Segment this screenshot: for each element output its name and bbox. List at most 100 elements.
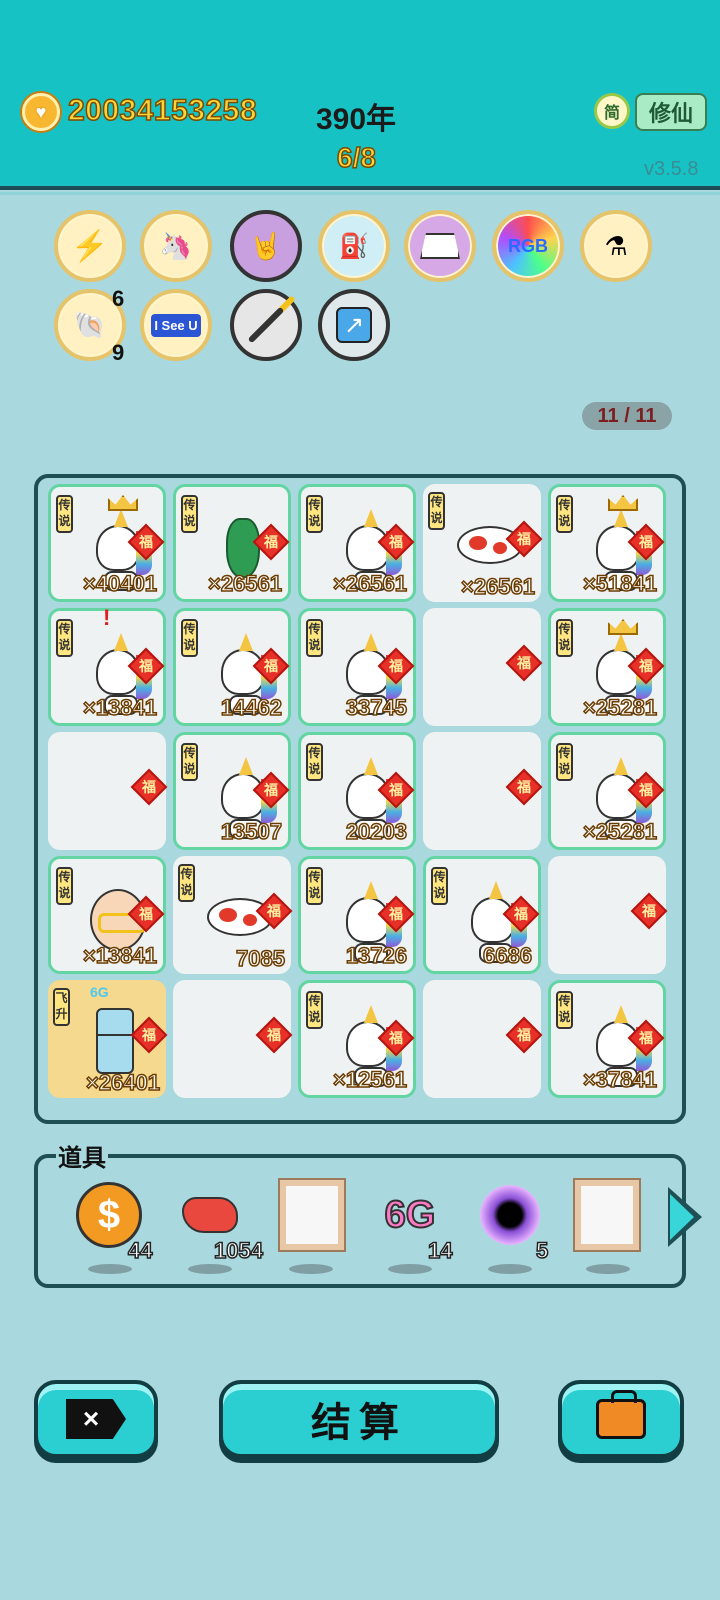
item-count: ×26561 xyxy=(207,570,283,597)
board-cell[interactable]: 传说福 20203 xyxy=(298,732,416,850)
board-cell[interactable]: 传说福 13726 xyxy=(298,856,416,974)
bag-button[interactable] xyxy=(558,1380,684,1458)
fortune-label: 福 xyxy=(517,779,531,795)
board-counter: 11 / 11 xyxy=(582,402,672,430)
board-cell[interactable]: 传说福 14462 xyxy=(173,608,291,726)
board-cell[interactable]: 传说福 ×37841 xyxy=(548,980,666,1098)
rarity-tag: 传说 xyxy=(431,867,448,905)
frame-item[interactable] xyxy=(277,1180,347,1250)
board-cell[interactable]: 传说福 ×40401 xyxy=(48,484,166,602)
close-button[interactable]: × xyxy=(34,1380,158,1458)
fortune-label: 福 xyxy=(639,534,653,550)
board-cell[interactable]: 传说福 ×51841 xyxy=(548,484,666,602)
prop-shadow xyxy=(388,1264,432,1274)
fortune-label: 福 xyxy=(389,906,403,922)
board-cell[interactable]: 传说福 ×12561 xyxy=(298,980,416,1098)
item-count: ×13841 xyxy=(82,942,158,969)
prop-shadow xyxy=(88,1264,132,1274)
item-count: ×40401 xyxy=(82,570,158,597)
board-cell[interactable]: 传说福 13507 xyxy=(173,732,291,850)
rgb-badge-icon[interactable]: RGB xyxy=(492,210,564,282)
rarity-tag: 传说 xyxy=(306,991,323,1029)
rarity-tag: 传说 xyxy=(556,495,573,533)
rarity-tag: 传说 xyxy=(56,495,73,533)
fortune-label: 福 xyxy=(142,1027,156,1043)
fortune-label: 福 xyxy=(517,1027,531,1043)
rarity-tag: 传说 xyxy=(181,495,198,533)
board-cell[interactable]: 传说福 ×25281 xyxy=(548,732,666,850)
stage-progress: 6/8 xyxy=(336,141,376,174)
board-cell[interactable]: 传说! 福 ×13841 xyxy=(48,605,166,726)
rarity-tag: 传说 xyxy=(306,619,323,657)
board-cell[interactable]: 传说福 ×25281 xyxy=(548,608,666,726)
board-cell[interactable]: 福 xyxy=(423,732,543,850)
fortune-label: 福 xyxy=(267,1027,281,1043)
simplified-toggle-button[interactable]: 简 xyxy=(594,93,630,129)
fortune-label: 福 xyxy=(139,534,153,550)
item-count: 20203 xyxy=(345,818,408,845)
fortune-label: 福 xyxy=(142,779,156,795)
rarity-tag: 传说 xyxy=(306,495,323,533)
prop-shadow xyxy=(289,1264,333,1274)
black-hole-icon xyxy=(480,1185,540,1245)
item-count: ×25281 xyxy=(582,694,658,721)
board-cell[interactable]: 福 xyxy=(48,732,168,850)
fortune-label: 福 xyxy=(264,658,278,674)
board-cell[interactable]: 传说福 33745 xyxy=(298,608,416,726)
board-cell[interactable]: 传说福 ×26561 xyxy=(298,484,416,602)
item-count: 14462 xyxy=(220,694,283,721)
item-count: ×26401 xyxy=(85,1069,161,1096)
screwdriver-badge-icon[interactable] xyxy=(230,289,302,361)
item-count: ×51841 xyxy=(582,570,658,597)
rarity-tag: 传说 xyxy=(556,991,573,1029)
pump-badge-icon[interactable]: ⛽ xyxy=(318,210,390,282)
year-label: 390年 xyxy=(316,103,397,136)
unicorn-badge-icon[interactable]: 🦄 xyxy=(140,210,212,282)
fortune-label: 福 xyxy=(514,906,528,922)
board-cell[interactable]: 飞升 6G 福 ×26401 xyxy=(48,980,168,1098)
black-hole-count: 5 xyxy=(535,1237,549,1264)
frame-icon xyxy=(575,1180,639,1250)
settle-button[interactable]: 结算 xyxy=(219,1380,499,1458)
board-cell[interactable]: 福 xyxy=(423,980,543,1098)
6g-count: 14 xyxy=(427,1237,453,1264)
prop-shadow xyxy=(586,1264,630,1274)
rarity-tag: 传说 xyxy=(428,492,445,530)
arrow-badge-icon[interactable]: ↗ xyxy=(318,289,390,361)
fortune-label: 福 xyxy=(517,531,531,547)
prop-shadow xyxy=(488,1264,532,1274)
item-count: ×26561 xyxy=(332,570,408,597)
item-count: ×13841 xyxy=(82,694,158,721)
item-board: 传说福 ×40401 传说福 ×26561 传说福 ×26561 传说福 ×26561 传说福 ×… xyxy=(34,474,686,1124)
fortune-label: 福 xyxy=(389,534,403,550)
frame-item-2[interactable] xyxy=(572,1180,642,1250)
rock-hand-badge-icon[interactable]: 🤘 xyxy=(230,210,302,282)
lightning-badge-icon[interactable]: ⚡ xyxy=(54,210,126,282)
mode-button[interactable]: 修仙 xyxy=(635,93,707,131)
board-cell[interactable]: 福 xyxy=(423,608,543,726)
item-count: ×25281 xyxy=(582,818,658,845)
6g-label: 6G xyxy=(90,984,109,1000)
potion-badge-icon[interactable]: ⚗ xyxy=(580,210,652,282)
board-cell[interactable]: 传说福 6686 xyxy=(423,856,541,974)
briefcase-icon xyxy=(596,1390,646,1439)
board-cell[interactable]: 福 xyxy=(173,980,293,1098)
fortune-label: 福 xyxy=(389,658,403,674)
board-cell[interactable]: 传说福 ×26561 xyxy=(423,484,543,602)
fortune-label: 福 xyxy=(389,782,403,798)
rarity-tag: 飞升 xyxy=(53,988,70,1026)
item-count: 7085 xyxy=(235,945,285,972)
rarity-tag: 传说 xyxy=(56,619,73,657)
rarity-tag: 传说 xyxy=(178,864,195,902)
shell-badge-count-bottom: 9 xyxy=(112,340,125,365)
skirt-badge-icon[interactable] xyxy=(404,210,476,282)
i-see-u-badge-icon[interactable]: I See U xyxy=(140,289,212,361)
fortune-label: 福 xyxy=(517,655,531,671)
board-cell[interactable]: 福 xyxy=(548,856,668,974)
fortune-label: 福 xyxy=(639,782,653,798)
board-cell[interactable]: 传说福 7085 xyxy=(173,856,293,974)
board-cell[interactable]: 传说福 ×26561 xyxy=(173,484,291,602)
black-hole-item[interactable] xyxy=(475,1180,545,1250)
board-cell[interactable]: 传说福 ×13841 xyxy=(48,856,166,974)
6g-icon: 6G xyxy=(384,1193,437,1237)
